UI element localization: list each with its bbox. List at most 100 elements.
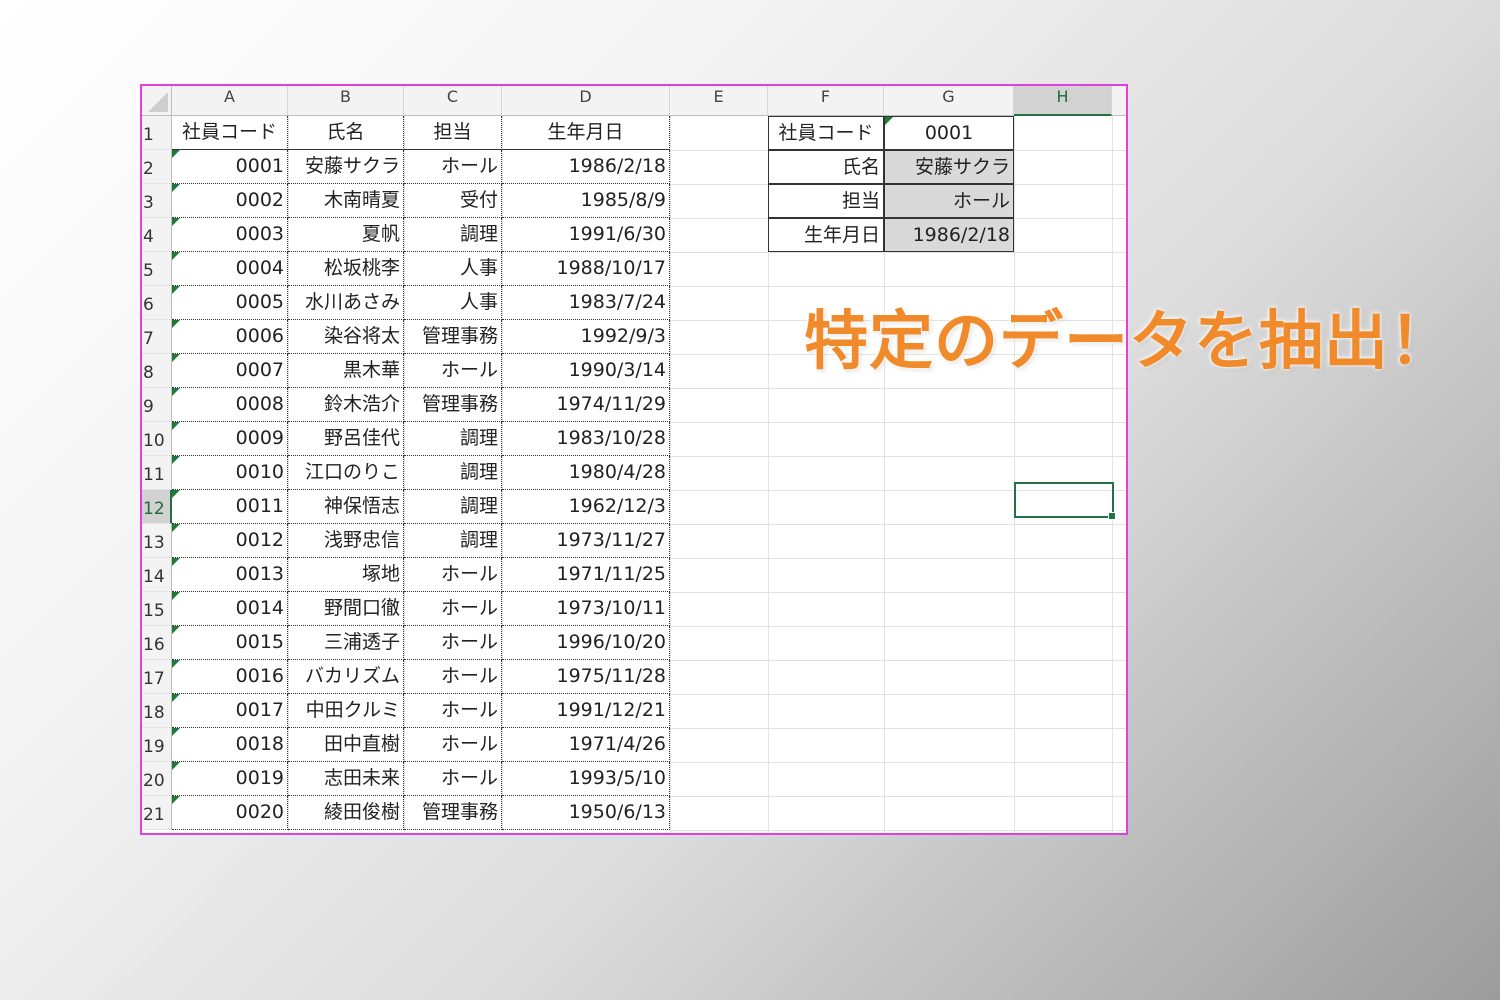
employee-dob-cell[interactable]: 1974/11/29 — [502, 388, 670, 422]
employee-name-cell[interactable]: 三浦透子 — [288, 626, 404, 660]
employee-role-cell[interactable]: ホール — [404, 592, 502, 626]
active-cell-cursor[interactable] — [1014, 482, 1116, 520]
employee-code-cell[interactable]: 0012 — [172, 524, 288, 558]
lookup-input-cell[interactable]: 0001 — [884, 116, 1014, 150]
employee-dob-cell[interactable]: 1971/11/25 — [502, 558, 670, 592]
row-header-10[interactable]: 10 — [142, 422, 172, 456]
row-header-7[interactable]: 7 — [142, 320, 172, 354]
employee-dob-cell[interactable]: 1992/9/3 — [502, 320, 670, 354]
lookup-label-cell[interactable]: 氏名 — [768, 150, 884, 184]
employee-name-cell[interactable]: 黒木華 — [288, 354, 404, 388]
employee-dob-cell[interactable]: 1950/6/13 — [502, 796, 670, 830]
column-header-g[interactable]: G — [884, 86, 1014, 116]
column-header-b[interactable]: B — [288, 86, 404, 116]
row-header-21[interactable]: 21 — [142, 796, 172, 830]
row-header-3[interactable]: 3 — [142, 184, 172, 218]
employee-code-cell[interactable]: 0005 — [172, 286, 288, 320]
employee-code-cell[interactable]: 0017 — [172, 694, 288, 728]
employee-code-cell[interactable]: 0015 — [172, 626, 288, 660]
employee-name-cell[interactable]: 野呂佳代 — [288, 422, 404, 456]
column-header-c[interactable]: C — [404, 86, 502, 116]
row-header-18[interactable]: 18 — [142, 694, 172, 728]
employee-name-cell[interactable]: 野間口徹 — [288, 592, 404, 626]
employee-name-cell[interactable]: 夏帆 — [288, 218, 404, 252]
employee-name-cell[interactable]: 松坂桃李 — [288, 252, 404, 286]
row-header-11[interactable]: 11 — [142, 456, 172, 490]
employee-name-cell[interactable]: 水川あさみ — [288, 286, 404, 320]
employee-name-cell[interactable]: 志田未来 — [288, 762, 404, 796]
select-all-corner[interactable] — [142, 86, 172, 116]
employee-code-cell[interactable]: 0009 — [172, 422, 288, 456]
employee-dob-cell[interactable]: 1991/6/30 — [502, 218, 670, 252]
employee-code-cell[interactable]: 0003 — [172, 218, 288, 252]
table-header-cell[interactable]: 氏名 — [288, 116, 404, 150]
employee-name-cell[interactable]: 安藤サクラ — [288, 150, 404, 184]
employee-code-cell[interactable]: 0019 — [172, 762, 288, 796]
employee-dob-cell[interactable]: 1993/5/10 — [502, 762, 670, 796]
row-header-20[interactable]: 20 — [142, 762, 172, 796]
employee-role-cell[interactable]: ホール — [404, 728, 502, 762]
employee-name-cell[interactable]: 神保悟志 — [288, 490, 404, 524]
row-header-2[interactable]: 2 — [142, 150, 172, 184]
employee-name-cell[interactable]: 田中直樹 — [288, 728, 404, 762]
lookup-label-cell[interactable]: 社員コード — [768, 116, 884, 150]
employee-dob-cell[interactable]: 1988/10/17 — [502, 252, 670, 286]
employee-code-cell[interactable]: 0001 — [172, 150, 288, 184]
row-header-4[interactable]: 4 — [142, 218, 172, 252]
row-header-15[interactable]: 15 — [142, 592, 172, 626]
column-header-d[interactable]: D — [502, 86, 670, 116]
lookup-label-cell[interactable]: 担当 — [768, 184, 884, 218]
employee-dob-cell[interactable]: 1983/7/24 — [502, 286, 670, 320]
fill-handle[interactable] — [1108, 512, 1116, 520]
employee-role-cell[interactable]: ホール — [404, 762, 502, 796]
employee-name-cell[interactable]: 江口のりこ — [288, 456, 404, 490]
employee-code-cell[interactable]: 0020 — [172, 796, 288, 830]
employee-role-cell[interactable]: 人事 — [404, 286, 502, 320]
employee-role-cell[interactable]: ホール — [404, 694, 502, 728]
employee-role-cell[interactable]: 調理 — [404, 456, 502, 490]
column-header-f[interactable]: F — [768, 86, 884, 116]
employee-code-cell[interactable]: 0014 — [172, 592, 288, 626]
employee-role-cell[interactable]: 調理 — [404, 422, 502, 456]
lookup-result-cell[interactable]: ホール — [884, 184, 1014, 218]
row-header-12[interactable]: 12 — [142, 490, 172, 524]
employee-dob-cell[interactable]: 1991/12/21 — [502, 694, 670, 728]
row-header-17[interactable]: 17 — [142, 660, 172, 694]
employee-role-cell[interactable]: 調理 — [404, 524, 502, 558]
employee-name-cell[interactable]: 塚地 — [288, 558, 404, 592]
column-header-a[interactable]: A — [172, 86, 288, 116]
lookup-result-cell[interactable]: 1986/2/18 — [884, 218, 1014, 252]
employee-role-cell[interactable]: ホール — [404, 558, 502, 592]
row-header-14[interactable]: 14 — [142, 558, 172, 592]
employee-dob-cell[interactable]: 1985/8/9 — [502, 184, 670, 218]
employee-dob-cell[interactable]: 1971/4/26 — [502, 728, 670, 762]
employee-role-cell[interactable]: ホール — [404, 660, 502, 694]
employee-dob-cell[interactable]: 1983/10/28 — [502, 422, 670, 456]
column-header-e[interactable]: E — [670, 86, 768, 116]
row-header-19[interactable]: 19 — [142, 728, 172, 762]
employee-code-cell[interactable]: 0010 — [172, 456, 288, 490]
employee-role-cell[interactable]: 調理 — [404, 218, 502, 252]
employee-role-cell[interactable]: 人事 — [404, 252, 502, 286]
employee-name-cell[interactable]: バカリズム — [288, 660, 404, 694]
lookup-label-cell[interactable]: 生年月日 — [768, 218, 884, 252]
employee-dob-cell[interactable]: 1973/10/11 — [502, 592, 670, 626]
employee-code-cell[interactable]: 0018 — [172, 728, 288, 762]
row-header-16[interactable]: 16 — [142, 626, 172, 660]
row-header-8[interactable]: 8 — [142, 354, 172, 388]
employee-role-cell[interactable]: 管理事務 — [404, 388, 502, 422]
employee-code-cell[interactable]: 0006 — [172, 320, 288, 354]
row-header-6[interactable]: 6 — [142, 286, 172, 320]
row-header-9[interactable]: 9 — [142, 388, 172, 422]
employee-role-cell[interactable]: 管理事務 — [404, 320, 502, 354]
lookup-result-cell[interactable]: 安藤サクラ — [884, 150, 1014, 184]
employee-role-cell[interactable]: 受付 — [404, 184, 502, 218]
row-header-5[interactable]: 5 — [142, 252, 172, 286]
table-header-cell[interactable]: 生年月日 — [502, 116, 670, 150]
employee-dob-cell[interactable]: 1973/11/27 — [502, 524, 670, 558]
employee-role-cell[interactable]: 調理 — [404, 490, 502, 524]
employee-code-cell[interactable]: 0002 — [172, 184, 288, 218]
employee-name-cell[interactable]: 綾田俊樹 — [288, 796, 404, 830]
employee-role-cell[interactable]: 管理事務 — [404, 796, 502, 830]
employee-code-cell[interactable]: 0004 — [172, 252, 288, 286]
